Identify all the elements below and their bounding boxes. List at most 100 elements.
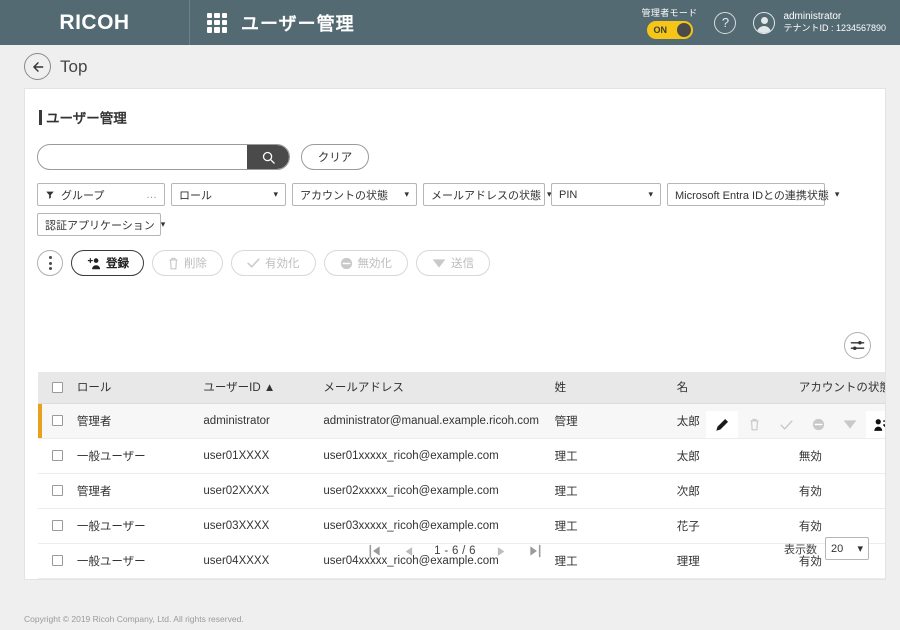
- next-page-button[interactable]: [493, 543, 510, 560]
- cell-last-name: 理工: [550, 578, 673, 579]
- breadcrumb: Top: [0, 45, 900, 88]
- delete-button[interactable]: 削除: [152, 250, 223, 276]
- user-name: administrator: [783, 10, 842, 22]
- col-last-name[interactable]: 姓: [550, 372, 673, 404]
- apps-grid-icon[interactable]: [207, 12, 227, 33]
- filter-pin[interactable]: PIN ▾: [551, 183, 661, 206]
- row-switch-user-button[interactable]: [866, 411, 885, 438]
- ricoh-logo: RICOH: [0, 0, 190, 45]
- table-settings-button[interactable]: [844, 332, 871, 359]
- send-button-label: 送信: [451, 258, 474, 270]
- col-first-name[interactable]: 名: [672, 372, 795, 404]
- back-button[interactable]: [24, 53, 51, 80]
- filter-pin-label: PIN: [559, 188, 578, 201]
- clear-button-label: クリア: [317, 152, 353, 164]
- admin-mode-control[interactable]: 管理者モード ON: [642, 6, 698, 39]
- breadcrumb-label[interactable]: Top: [60, 57, 87, 77]
- cell-account-state: 無効: [794, 438, 885, 474]
- register-button[interactable]: 登録: [71, 250, 144, 276]
- disable-button-label: 無効化: [357, 258, 393, 270]
- filter-account-state[interactable]: アカウントの状態 ▾: [292, 183, 417, 206]
- help-icon[interactable]: ?: [714, 11, 737, 34]
- table-row[interactable]: 管理者 user02XXXX user02xxxxx_ricoh@example…: [38, 473, 885, 509]
- pagination-range: 1 - 6 / 6: [434, 545, 476, 557]
- more-options-button[interactable]: [37, 250, 63, 276]
- filter-entra-link-state[interactable]: Microsoft Entra IDとの連携状態 ▾: [667, 183, 839, 206]
- help-icon-glyph: ?: [721, 15, 730, 30]
- filter-role[interactable]: ロール ▾: [171, 183, 286, 206]
- last-page-button[interactable]: [527, 543, 544, 560]
- col-account-state[interactable]: アカウントの状態: [794, 372, 885, 404]
- filter-role-label: ロール: [179, 189, 212, 202]
- row-checkbox[interactable]: [52, 450, 63, 461]
- row-edit-button[interactable]: [706, 411, 738, 438]
- tenant-id: テナントID : 1234567890: [783, 23, 886, 34]
- row-send-button[interactable]: [834, 411, 866, 438]
- check-icon: [247, 258, 260, 268]
- col-email[interactable]: メールアドレス: [319, 372, 551, 404]
- cell-role: 一般ユーザー: [72, 438, 200, 474]
- funnel-icon: [46, 191, 54, 199]
- cell-user-id: user02XXXX: [199, 473, 320, 509]
- search-field-wrapper[interactable]: [37, 144, 290, 170]
- row-checkbox[interactable]: [52, 415, 63, 426]
- search-icon: [262, 151, 275, 164]
- cell-user-id: user05XXXX: [199, 578, 320, 579]
- row-checkbox[interactable]: [52, 485, 63, 496]
- filter-group-ellipsis: …: [146, 188, 157, 201]
- cell-email: administrator@manual.example.ricoh.com: [319, 403, 551, 439]
- select-all-checkbox[interactable]: [52, 381, 63, 393]
- row-enable-button[interactable]: [770, 411, 802, 438]
- minus-circle-icon: [812, 418, 824, 431]
- filter-auth-application[interactable]: 認証アプリケーション ▾: [37, 213, 165, 236]
- clear-button[interactable]: クリア: [301, 144, 369, 170]
- row-disable-button[interactable]: [802, 411, 834, 438]
- chevron-down-icon: ▾: [273, 189, 278, 199]
- row-select-cell[interactable]: [38, 578, 73, 579]
- first-page-button[interactable]: [366, 543, 383, 560]
- filter-group[interactable]: グループ …: [37, 183, 165, 206]
- admin-mode-toggle[interactable]: ON: [646, 21, 693, 39]
- switch-user-icon: [873, 418, 885, 431]
- search-button[interactable]: [247, 145, 289, 169]
- search-input[interactable]: [38, 145, 247, 169]
- table-row[interactable]: 一般ユーザー user01XXXX user01xxxxx_ricoh@exam…: [38, 438, 885, 474]
- chevron-down-icon: ▾: [857, 543, 863, 555]
- last-page-icon: [530, 544, 541, 558]
- arrow-left-icon: [32, 61, 43, 72]
- row-select-cell[interactable]: [38, 438, 73, 474]
- app-header: RICOH ユーザー管理 管理者モード ON ? administrator テ…: [0, 0, 900, 45]
- send-icon: [843, 420, 857, 429]
- row-delete-button[interactable]: [738, 411, 770, 438]
- col-role[interactable]: ロール: [72, 372, 200, 404]
- user-menu[interactable]: administrator テナントID : 1234567890: [753, 11, 886, 35]
- register-button-label: 登録: [106, 258, 129, 270]
- admin-mode-label: 管理者モード: [641, 8, 698, 18]
- prev-page-button[interactable]: [400, 543, 417, 560]
- disable-button[interactable]: 無効化: [323, 250, 408, 276]
- table-row[interactable]: 一般ユーザー user05XXXX user05xxxxx_ricoh@exam…: [38, 578, 885, 579]
- filter-group-label: グループ: [61, 189, 105, 202]
- filter-row-primary: グループ … ロール ▾ アカウントの状態 ▾ メールアドレスの状態 ▾ PIN…: [25, 170, 885, 206]
- filter-email-state-label: メールアドレスの状態: [431, 189, 541, 202]
- cell-account-state: 有効: [794, 578, 885, 579]
- cell-first-name: 理子: [672, 578, 795, 579]
- page-title: ユーザー管理: [241, 13, 355, 34]
- section-title-label: ユーザー管理: [46, 111, 127, 126]
- row-select-cell[interactable]: [38, 473, 73, 509]
- section-title: ユーザー管理: [25, 89, 885, 127]
- filter-email-state[interactable]: メールアドレスの状態 ▾: [423, 183, 552, 206]
- pagination: 1 - 6 / 6: [25, 529, 885, 573]
- table-header-row: ロール ユーザーID ▲ メールアドレス 姓 名 アカウントの状態 最終ログイ: [38, 372, 885, 404]
- rows-per-page-control: 表示数 20 ▾: [784, 537, 869, 560]
- enable-button[interactable]: 有効化: [231, 250, 316, 276]
- row-select-cell[interactable]: [38, 403, 73, 439]
- select-all-header[interactable]: [38, 372, 73, 404]
- rows-per-page-select[interactable]: 20 ▾: [825, 537, 869, 560]
- enable-button-label: 有効化: [265, 258, 300, 270]
- send-button[interactable]: 送信: [416, 250, 490, 276]
- col-user-id[interactable]: ユーザーID ▲: [199, 372, 320, 404]
- table-head: ロール ユーザーID ▲ メールアドレス 姓 名 アカウントの状態 最終ログイ: [38, 372, 885, 404]
- add-user-icon: [87, 257, 101, 269]
- chevron-down-icon: ▾: [160, 219, 166, 229]
